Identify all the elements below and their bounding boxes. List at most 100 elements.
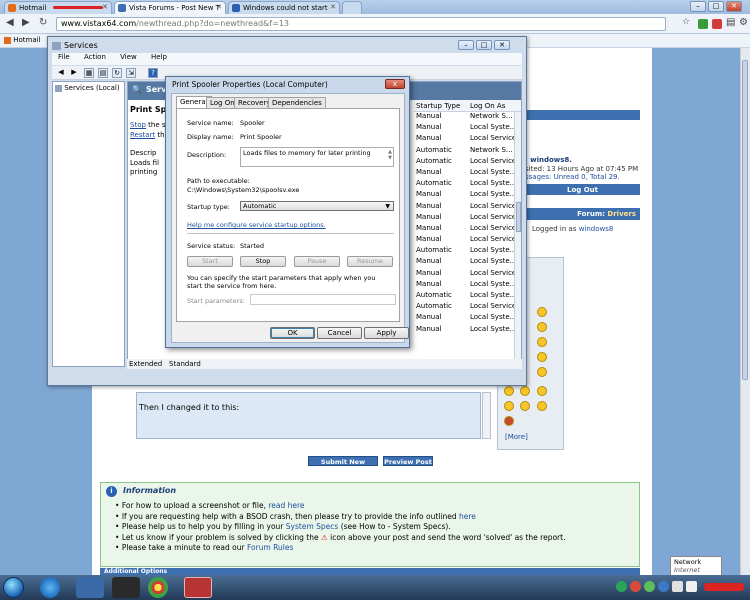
service-row[interactable]: Manual Local Syste... (414, 168, 514, 179)
properties-icon[interactable]: ▤ (98, 68, 108, 78)
page-scrollbar-thumb[interactable] (742, 60, 748, 380)
tab-standard[interactable]: Standard (169, 360, 201, 368)
resume-button[interactable]: Resume (347, 256, 393, 267)
service-row[interactable]: Automatic Network S... (414, 146, 514, 157)
service-row[interactable]: Automatic Local Service (414, 302, 514, 313)
help-configure-link[interactable]: Help me configure service startup option… (187, 221, 326, 229)
services-scroll-thumb[interactable] (516, 202, 521, 232)
close-icon[interactable]: ✕ (216, 3, 222, 11)
more-smilies-link[interactable]: [More] (505, 433, 528, 441)
services-app-icon[interactable] (184, 577, 212, 598)
logout-button[interactable]: Log Out (525, 184, 640, 195)
tray-icon[interactable] (644, 581, 655, 592)
stop-service-link[interactable]: Stop (130, 121, 146, 129)
restart-service-link[interactable]: Restart (130, 131, 155, 139)
close-icon[interactable]: ✕ (330, 3, 336, 11)
star-icon[interactable]: ☆ (682, 17, 690, 27)
private-messages[interactable]: ssages: Unread 0, Total 29. (525, 173, 620, 181)
extension-icon[interactable] (712, 19, 722, 29)
service-row[interactable]: Manual Network S... (414, 112, 514, 123)
tray-icon[interactable] (630, 581, 641, 592)
here-link[interactable]: here (459, 512, 476, 521)
logged-in-user[interactable]: windows8 (579, 225, 614, 233)
read-here-link[interactable]: read here (268, 501, 304, 510)
service-row[interactable]: Manual Local Service (414, 134, 514, 145)
menu-file[interactable]: File (58, 53, 70, 61)
stop-button[interactable]: Stop (240, 256, 286, 267)
tree-item-services-local[interactable]: Services (Local) (64, 84, 119, 92)
menu-action[interactable]: Action (84, 53, 106, 61)
tab-vista-forums[interactable]: Vista Forums - Post New T ✕ (114, 1, 226, 14)
smilie-icon[interactable] (520, 386, 530, 396)
service-row[interactable]: Automatic Local Syste... (414, 246, 514, 257)
ok-button[interactable]: OK (270, 327, 315, 339)
dialog-close-button[interactable]: x (385, 79, 405, 89)
menu-view[interactable]: View (120, 53, 137, 61)
preview-post-button[interactable]: Preview Post (383, 456, 433, 466)
service-row[interactable]: Automatic Local Syste... (414, 291, 514, 302)
service-row[interactable]: Manual Local Syste... (414, 325, 514, 336)
column-log-on-as[interactable]: Log On As (470, 102, 505, 110)
wrench-icon[interactable]: ⚙ (739, 17, 748, 28)
pause-button[interactable]: Pause (294, 256, 340, 267)
menu-help[interactable]: Help (151, 53, 167, 61)
extension-icon[interactable] (698, 19, 708, 29)
service-row[interactable]: Manual Local Service (414, 224, 514, 235)
refresh-icon[interactable]: ↻ (112, 68, 122, 78)
smilie-icon[interactable] (537, 352, 547, 362)
export-icon[interactable]: ⇲ (126, 68, 136, 78)
services-list-scrollbar[interactable] (514, 112, 521, 366)
back-arrow-icon[interactable]: ◀ (6, 17, 14, 28)
tab-extended[interactable]: Extended (129, 360, 162, 368)
services-maximize-button[interactable]: □ (476, 40, 492, 50)
service-row[interactable]: Manual Local Syste... (414, 257, 514, 268)
maximize-button[interactable]: □ (708, 1, 724, 12)
tab-hotmail[interactable]: Hotmail ✕ (4, 1, 112, 14)
apply-button[interactable]: Apply (364, 327, 409, 339)
close-window-button[interactable]: ✕ (726, 1, 742, 12)
media-player-icon[interactable] (112, 577, 140, 598)
smilie-icon[interactable] (537, 367, 547, 377)
new-tab-button[interactable] (342, 1, 362, 14)
service-row[interactable]: Manual Local Syste... (414, 313, 514, 324)
forum-name[interactable]: Drivers (607, 210, 636, 218)
tray-icon[interactable] (616, 581, 627, 592)
tray-icon[interactable] (658, 581, 669, 592)
additional-options-header[interactable]: Additional Options (100, 568, 640, 575)
tab-windows-could-not-start[interactable]: Windows could not start ✕ (228, 1, 340, 14)
service-row[interactable]: Manual Local Service (414, 269, 514, 280)
submit-new-thread-button[interactable]: Submit New Thread (308, 456, 378, 476)
smilie-icon[interactable] (537, 386, 547, 396)
start-params-input[interactable] (250, 294, 396, 305)
message-editor[interactable]: Then I changed it to this: (136, 392, 481, 439)
system-specs-link[interactable]: System Specs (286, 522, 339, 531)
console-tree-icon[interactable]: ▦ (84, 68, 94, 78)
forum-rules-link[interactable]: Forum Rules (247, 543, 293, 552)
scroll-arrows-icon[interactable]: ▲ ▼ (388, 149, 392, 161)
cancel-button[interactable]: Cancel (317, 327, 362, 339)
service-row[interactable]: Automatic Local Syste... (414, 179, 514, 190)
internet-explorer-icon[interactable] (40, 577, 60, 598)
startup-type-select[interactable]: Automatic ▼ (240, 201, 394, 211)
service-row[interactable]: Manual Local Syste... (414, 190, 514, 201)
chrome-icon[interactable] (148, 577, 168, 598)
help-icon[interactable]: ? (148, 68, 158, 78)
start-button[interactable]: Start (187, 256, 233, 267)
services-minimize-button[interactable]: – (458, 40, 474, 50)
service-row[interactable]: Automatic Local Service (414, 157, 514, 168)
volume-icon[interactable] (686, 581, 697, 592)
service-row[interactable]: Manual Local Service (414, 213, 514, 224)
forward-arrow-icon[interactable]: ▶ (69, 68, 79, 78)
minimize-button[interactable]: – (690, 1, 706, 12)
service-row[interactable]: Manual Local Syste... (414, 280, 514, 291)
page-menu-icon[interactable]: ▤ (726, 17, 735, 28)
address-bar[interactable]: www.vistax64.com/newthread.php?do=newthr… (56, 17, 666, 31)
start-button[interactable] (3, 577, 24, 598)
column-startup-type[interactable]: Startup Type (416, 102, 460, 110)
reload-icon[interactable]: ↻ (39, 17, 47, 28)
back-arrow-icon[interactable]: ◀ (56, 68, 66, 78)
smilie-icon[interactable] (537, 337, 547, 347)
smilie-icon[interactable] (537, 307, 547, 317)
smilie-icon[interactable] (537, 322, 547, 332)
smilie-icon[interactable] (504, 401, 514, 411)
